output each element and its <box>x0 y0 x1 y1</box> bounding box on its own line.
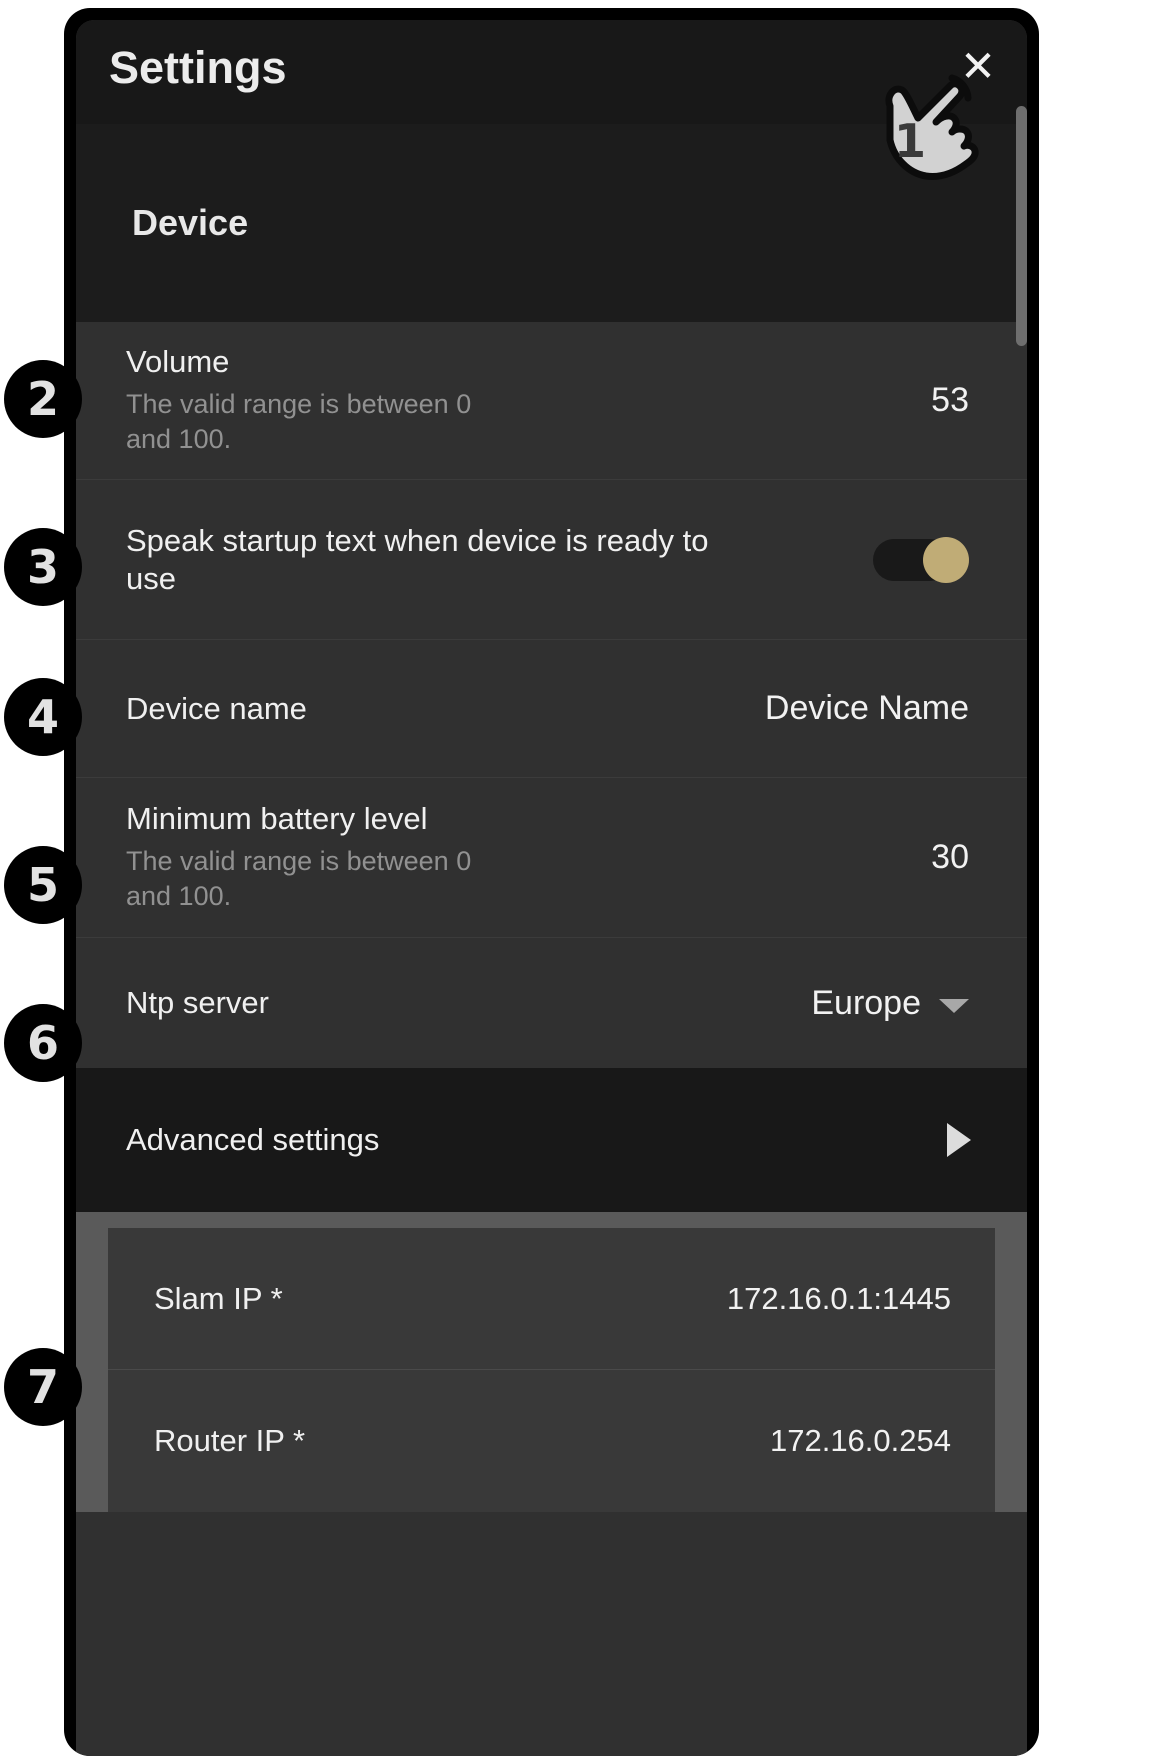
scrollbar[interactable] <box>1016 106 1027 1756</box>
advanced-ip-card: Slam IP * 172.16.0.1:1445 Router IP * 17… <box>108 1228 995 1512</box>
volume-text: Volume The valid range is between 0 and … <box>126 343 496 458</box>
close-icon[interactable]: ✕ <box>954 45 1002 93</box>
step-badge-2: 2 <box>4 360 82 438</box>
router-ip-row[interactable]: Router IP * 172.16.0.254 <box>108 1370 995 1512</box>
speak-startup-text: Speak startup text when device is ready … <box>126 522 766 598</box>
step-badge-7: 7 <box>4 1348 82 1426</box>
chevron-down-icon <box>939 999 969 1013</box>
step-badge-4: 4 <box>4 678 82 756</box>
slam-ip-value[interactable]: 172.16.0.1:1445 <box>727 1281 951 1317</box>
speak-startup-row[interactable]: Speak startup text when device is ready … <box>76 480 1027 640</box>
slam-ip-row[interactable]: Slam IP * 172.16.0.1:1445 <box>108 1228 995 1370</box>
router-ip-label: Router IP * <box>154 1423 306 1458</box>
triangle-right-icon <box>947 1123 971 1157</box>
section-header-device: Device <box>76 124 1027 322</box>
device-name-label: Device name <box>126 690 307 726</box>
minimum-battery-label: Minimum battery level <box>126 800 428 836</box>
speak-startup-label: Speak startup text when device is ready … <box>126 522 709 596</box>
step-badge-3: 3 <box>4 528 82 606</box>
volume-row[interactable]: Volume The valid range is between 0 and … <box>76 322 1027 480</box>
toggle-knob <box>923 536 969 583</box>
settings-dialog: Settings ✕ Device Volume The valid range… <box>76 20 1027 1756</box>
router-ip-value[interactable]: 172.16.0.254 <box>770 1423 951 1459</box>
step-badge-6: 6 <box>4 1004 82 1082</box>
volume-subtitle: The valid range is between 0 and 100. <box>126 388 472 455</box>
advanced-ip-card-wrap: Slam IP * 172.16.0.1:1445 Router IP * 17… <box>76 1212 1027 1512</box>
advanced-settings-label: Advanced settings <box>126 1122 380 1158</box>
minimum-battery-text: Minimum battery level The valid range is… <box>126 800 496 915</box>
scrollbar-thumb[interactable] <box>1016 106 1027 346</box>
ntp-server-select[interactable]: Europe <box>811 984 969 1023</box>
section-header-label: Device <box>132 202 249 243</box>
ntp-server-value: Europe <box>811 983 921 1022</box>
device-name-row[interactable]: Device name Device Name <box>76 640 1027 778</box>
step-badge-5: 5 <box>4 846 82 924</box>
dialog-header: Settings ✕ <box>76 20 1027 124</box>
advanced-settings-row[interactable]: Advanced settings <box>76 1068 1027 1212</box>
minimum-battery-value[interactable]: 30 <box>931 838 969 877</box>
volume-label: Volume <box>126 343 230 379</box>
ntp-server-label: Ntp server <box>126 985 269 1021</box>
device-name-value[interactable]: Device Name <box>765 689 969 728</box>
volume-value[interactable]: 53 <box>931 381 969 420</box>
ntp-server-row[interactable]: Ntp server Europe <box>76 938 1027 1068</box>
slam-ip-label: Slam IP * <box>154 1280 283 1316</box>
device-frame: Settings ✕ Device Volume The valid range… <box>64 8 1039 1756</box>
minimum-battery-row[interactable]: Minimum battery level The valid range is… <box>76 778 1027 938</box>
page-title: Settings <box>109 42 287 93</box>
speak-startup-toggle[interactable] <box>873 536 969 583</box>
minimum-battery-subtitle: The valid range is between 0 and 100. <box>126 845 472 912</box>
